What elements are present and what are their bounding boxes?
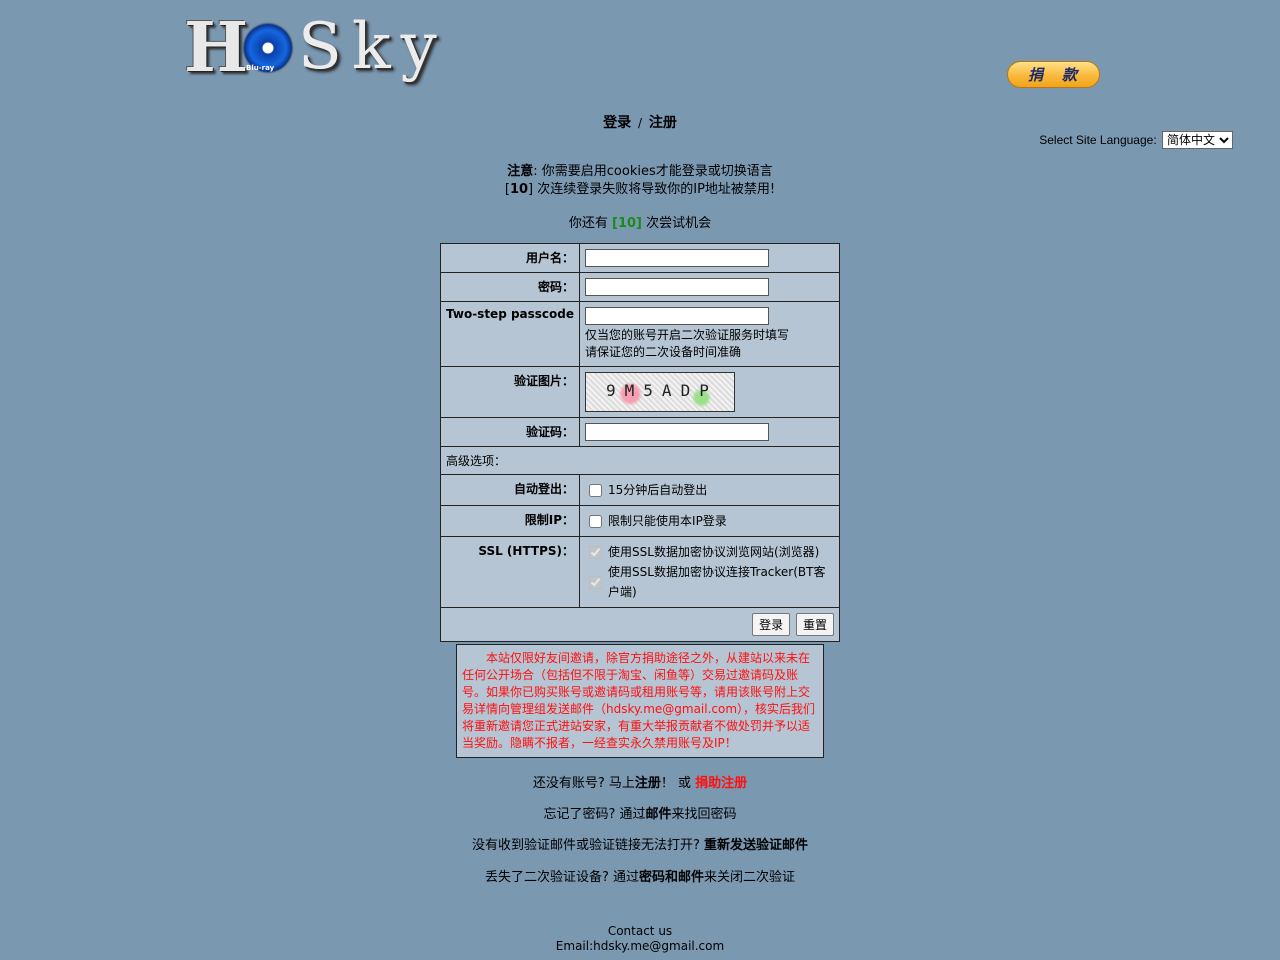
- limit-number: 10: [509, 182, 529, 197]
- footer-email: Email:hdsky.me@gmail.com: [555, 939, 725, 953]
- ssl-label: SSL (HTTPS)：: [439, 536, 581, 608]
- twostep-hint: 仅当您的账号开启二次验证服务时填写 请保证您的二次设备时间准确: [585, 327, 834, 361]
- forgot-password-line: 忘记了密码? 通过邮件来找回密码: [0, 803, 1280, 822]
- ssl-tracker-text: 使用SSL数据加密协议连接Tracker(BT客户端): [608, 565, 826, 599]
- title-separator: /: [637, 116, 643, 130]
- donate-button[interactable]: 捐 款: [1007, 61, 1100, 88]
- resend-prefix: 没有收到验证邮件或验证链接无法打开?: [471, 838, 700, 853]
- password-row: 密码：: [439, 272, 840, 302]
- limitip-checkbox[interactable]: [589, 514, 603, 528]
- resend-verification-line: 没有收到验证邮件或验证链接无法打开? 重新发送验证邮件: [0, 834, 1280, 853]
- ssl-browse-text: 使用SSL数据加密协议浏览网站(浏览器): [608, 545, 820, 559]
- captcha-input[interactable]: [585, 423, 770, 441]
- password-label: 密码：: [439, 272, 581, 302]
- signup-prefix: 还没有账号? 马上: [532, 776, 635, 791]
- password-cell: [579, 272, 840, 302]
- autologout-text: 15分钟后自动登出: [608, 483, 708, 497]
- limitip-cell: 限制只能使用本IP登录: [579, 505, 840, 537]
- limit-text: ] 次连续登录失败将导致你的IP地址被禁用!: [528, 182, 776, 197]
- note-text: : 你需要启用cookies才能登录或切换语言: [533, 164, 773, 179]
- reset-button[interactable]: 重置: [795, 613, 834, 636]
- captcha-image[interactable]: 9M5ADP: [585, 372, 736, 412]
- username-input[interactable]: [585, 249, 770, 267]
- autologout-checkbox[interactable]: [589, 483, 603, 497]
- limitip-row: 限制IP： 限制只能使用本IP登录: [439, 505, 840, 537]
- login-page: H Blu-ray Sky 捐 款 登录 / 注册 Select Site La…: [0, 0, 1280, 960]
- username-label: 用户名：: [439, 243, 581, 273]
- twostep-input[interactable]: [585, 307, 770, 325]
- signup-mid: ！ 或: [660, 776, 692, 791]
- captcha-code: 9M5ADP: [606, 381, 718, 400]
- failed-login-note: [10] 次连续登录失败将导致你的IP地址被禁用!: [0, 181, 1280, 199]
- captcha-image-row: 验证图片： 9M5ADP: [439, 366, 840, 418]
- ssl-tracker-checkbox[interactable]: [589, 575, 603, 589]
- footer: Contact us Email:hdsky.me@gmail.com: [0, 924, 1280, 954]
- invite-warning-text: 本站仅限好友间邀请，除官方捐助途径之外，从建站以来未在任何公开场合（包括但不限于…: [462, 651, 816, 750]
- twostep-hint-line2: 请保证您的二次设备时间准确: [585, 345, 742, 359]
- ssl-browse-checkbox[interactable]: [589, 545, 603, 559]
- logo-h-letter: H: [184, 8, 249, 88]
- site-logo[interactable]: H Blu-ray Sky: [180, 6, 437, 90]
- signup-line: 还没有账号? 马上注册！ 或 捐助注册: [0, 772, 1280, 791]
- login-notes: 注意: 你需要启用cookies才能登录或切换语言 [10] 次连续登录失败将导…: [0, 163, 1280, 199]
- language-select[interactable]: 简体中文: [1162, 131, 1233, 149]
- title-register: 注册: [648, 115, 677, 131]
- lost2fa-suffix: 来关闭二次验证: [704, 870, 796, 885]
- captcha-image-label: 验证图片：: [439, 366, 581, 418]
- forgot-suffix: 来找回密码: [671, 807, 737, 822]
- username-row: 用户名：: [439, 243, 840, 273]
- username-cell: [579, 243, 840, 273]
- password-input[interactable]: [585, 278, 770, 296]
- buttons-cell: 登录 重置: [440, 607, 840, 642]
- ssl-cell: 使用SSL数据加密协议浏览网站(浏览器) 使用SSL数据加密协议连接Tracke…: [579, 536, 840, 608]
- limitip-option: 限制只能使用本IP登录: [585, 511, 834, 531]
- language-label: Select Site Language:: [1039, 133, 1157, 147]
- twostep-row: Two-step passcode 仅当您的账号开启二次验证服务时填写 请保证您…: [439, 301, 840, 367]
- forgot-password-link[interactable]: 邮件: [646, 807, 672, 822]
- attempts-suffix: 次尝试机会: [646, 216, 712, 231]
- signup-link[interactable]: 注册: [635, 776, 661, 791]
- twostep-cell: 仅当您的账号开启二次验证服务时填写 请保证您的二次设备时间准确: [579, 301, 840, 367]
- lost2fa-prefix: 丢失了二次验证设备? 通过: [484, 870, 639, 885]
- autologout-row: 自动登出： 15分钟后自动登出: [439, 474, 840, 506]
- logo-disc-label: Blu-ray: [246, 64, 275, 72]
- limitip-text: 限制只能使用本IP登录: [608, 514, 727, 528]
- donate-signup-link[interactable]: 捐助注册: [695, 776, 747, 791]
- note-label: 注意: [507, 164, 534, 179]
- buttons-row: 登录 重置: [440, 607, 840, 642]
- lost-2fa-link[interactable]: 密码和邮件: [639, 870, 704, 885]
- autologout-label: 自动登出：: [439, 474, 581, 506]
- lost-2fa-line: 丢失了二次验证设备? 通过密码和邮件来关闭二次验证: [0, 866, 1280, 885]
- autologout-option: 15分钟后自动登出: [585, 480, 834, 500]
- advanced-options-label: 高级选项：: [440, 446, 840, 475]
- twostep-hint-line1: 仅当您的账号开启二次验证服务时填写: [585, 328, 790, 342]
- advanced-options-row: 高级选项：: [440, 446, 840, 475]
- footer-contact: Contact us: [607, 924, 673, 938]
- forgot-prefix: 忘记了密码? 通过: [543, 807, 646, 822]
- ssl-browse-option: 使用SSL数据加密协议浏览网站(浏览器): [585, 542, 834, 562]
- twostep-label: Two-step passcode: [439, 301, 581, 367]
- ssl-row: SSL (HTTPS)： 使用SSL数据加密协议浏览网站(浏览器) 使用SSL数…: [439, 536, 840, 608]
- resend-verification-link[interactable]: 重新发送验证邮件: [704, 838, 808, 853]
- autologout-cell: 15分钟后自动登出: [579, 474, 840, 506]
- language-selector: Select Site Language: 简体中文: [1039, 131, 1233, 149]
- limitip-label: 限制IP：: [439, 505, 581, 537]
- captcha-input-cell: [579, 417, 840, 447]
- ssl-tracker-option: 使用SSL数据加密协议连接Tracker(BT客户端): [585, 562, 834, 602]
- login-button[interactable]: 登录: [752, 613, 791, 636]
- page-title: 登录 / 注册: [0, 112, 1280, 132]
- remaining-attempts: 你还有 [10] 次尝试机会: [0, 212, 1280, 231]
- login-form: 用户名： 密码： Two-step passcode 仅当您的账号开启二次验证服…: [439, 243, 840, 642]
- cookie-note: 注意: 你需要启用cookies才能登录或切换语言: [0, 163, 1280, 181]
- captcha-input-label: 验证码：: [439, 417, 581, 447]
- captcha-image-cell: 9M5ADP: [579, 366, 840, 418]
- title-login: 登录: [603, 115, 632, 131]
- attempts-prefix: 你还有: [568, 216, 608, 231]
- captcha-input-row: 验证码：: [439, 417, 840, 447]
- logo-sky-text: Sky: [298, 10, 447, 84]
- invite-warning-box: 本站仅限好友间邀请，除官方捐助途径之外，从建站以来未在任何公开场合（包括但不限于…: [456, 644, 824, 758]
- attempts-count: [10]: [612, 216, 642, 231]
